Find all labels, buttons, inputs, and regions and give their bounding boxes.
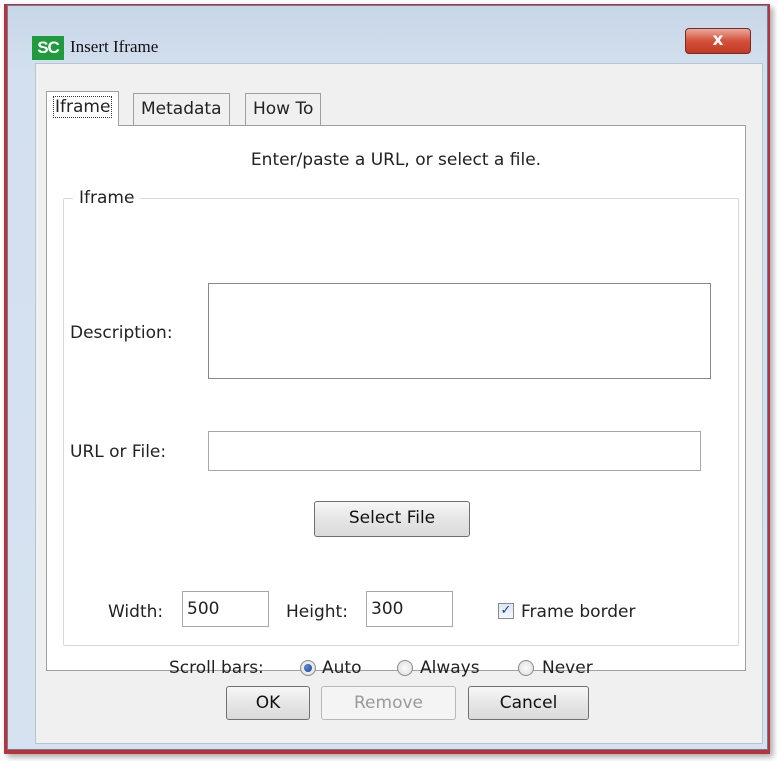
insert-iframe-dialog: SC Insert Iframe x Iframe Metadata How T… [7,5,768,750]
app-logo-icon: SC [32,36,64,60]
scroll-auto-radio[interactable] [300,660,316,676]
scroll-auto-label: Auto [322,658,362,678]
description-label: Description: [70,323,173,343]
url-label: URL or File: [70,442,167,462]
ok-button[interactable]: OK [226,686,310,720]
scroll-never-label: Never [542,658,593,678]
tab-iframe[interactable]: Iframe [46,91,120,126]
select-file-button[interactable]: Select File [314,501,470,537]
scroll-always-label: Always [420,658,480,678]
frame-border-label: Frame border [521,602,636,622]
tab-metadata-label: Metadata [141,99,222,119]
instructions-text: Enter/paste a URL, or select a file. [250,150,542,170]
frame-border-checkbox[interactable]: ✓ [498,603,514,619]
remove-button[interactable]: Remove [321,686,456,720]
window-title: Insert Iframe [70,37,159,56]
title-bar[interactable]: SC Insert Iframe x [8,6,767,64]
close-button[interactable]: x [685,28,751,54]
scroll-always-radio[interactable] [397,660,413,676]
close-icon: x [712,30,724,50]
url-input[interactable] [208,431,701,471]
scroll-never-radio[interactable] [518,660,534,676]
width-input[interactable]: 500 [182,591,269,627]
tab-metadata[interactable]: Metadata [133,93,230,125]
cancel-button[interactable]: Cancel [468,686,589,720]
iframe-tab-panel: Enter/paste a URL, or select a file. Ifr… [46,125,746,678]
description-textarea[interactable] [208,283,711,379]
dialog-client-area: Iframe Metadata How To Enter/paste a URL… [35,63,763,744]
tab-how-to[interactable]: How To [245,93,322,125]
tab-how-to-label: How To [253,99,314,119]
width-label: Width: [108,602,164,622]
height-label: Height: [286,602,348,622]
scroll-bars-label: Scroll bars: [169,658,264,678]
iframe-group: Iframe Description: URL or File: Select … [63,188,739,678]
tab-iframe-label: Iframe [52,96,113,118]
height-input[interactable]: 300 [366,591,453,627]
iframe-group-legend: Iframe [73,188,141,208]
